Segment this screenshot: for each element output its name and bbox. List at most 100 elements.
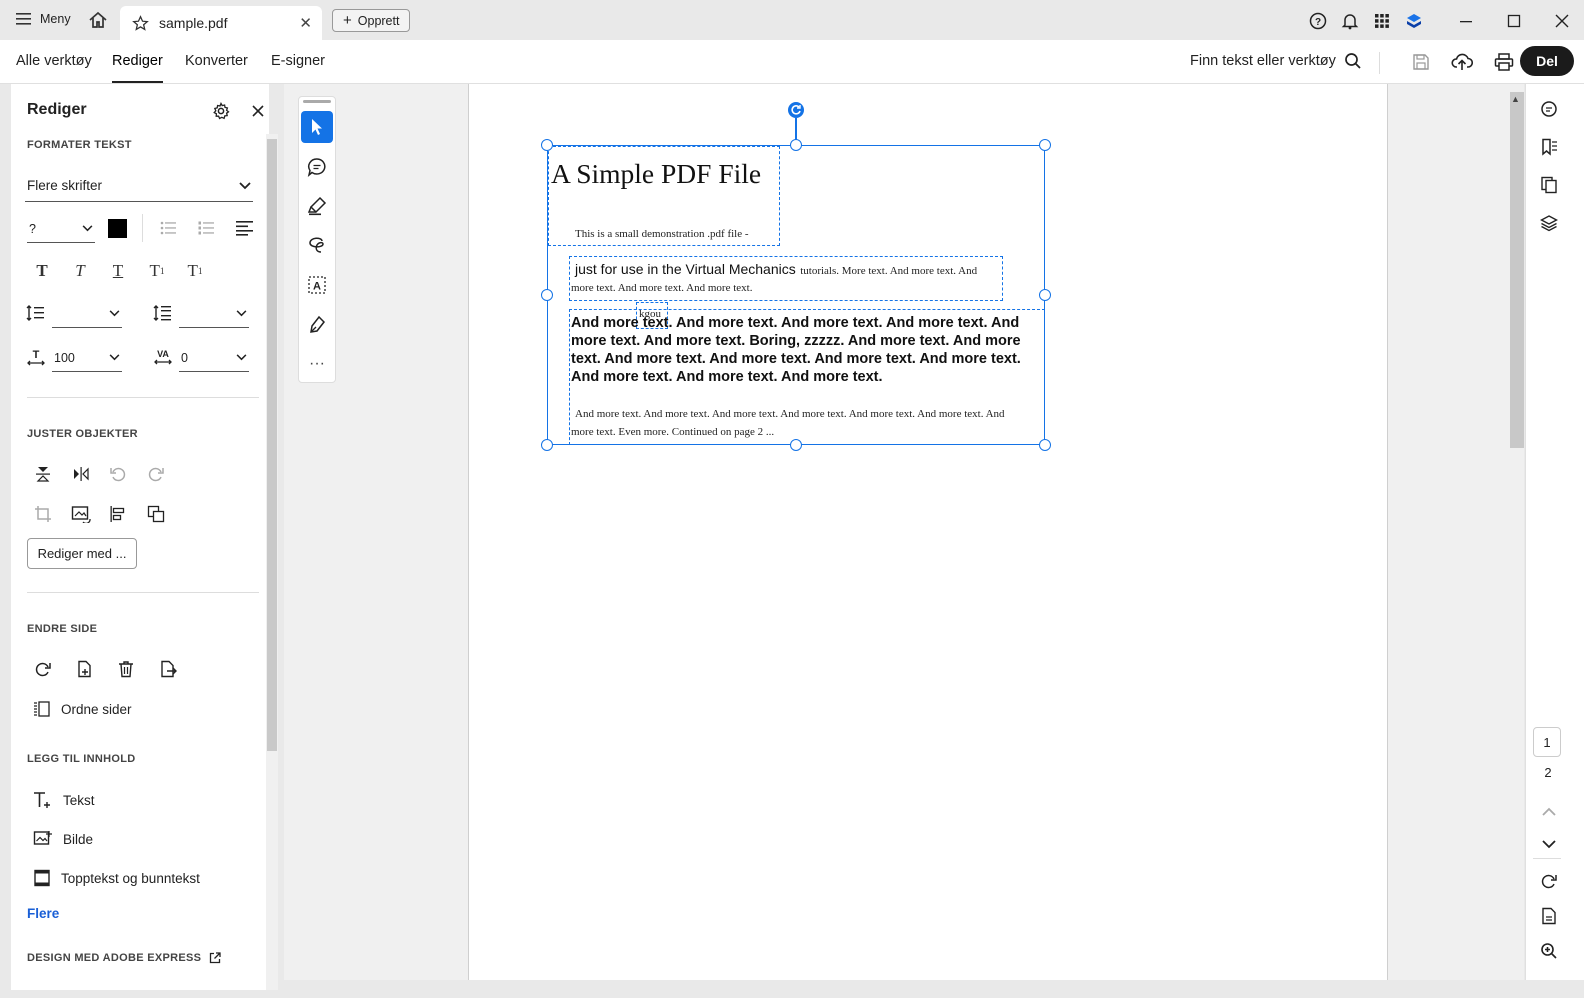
help-icon[interactable]: ? bbox=[1307, 10, 1329, 32]
superscript-icon[interactable]: T1 bbox=[144, 258, 170, 284]
menu-edit[interactable]: Rediger bbox=[112, 53, 163, 69]
panel-scrollbar-thumb[interactable] bbox=[267, 139, 277, 751]
insert-page-icon[interactable] bbox=[72, 656, 98, 682]
align-left-icon[interactable] bbox=[232, 215, 258, 241]
align-objects-icon[interactable] bbox=[105, 501, 131, 527]
document-scrollbar-thumb[interactable] bbox=[1510, 92, 1524, 448]
comment-tool-button[interactable] bbox=[301, 151, 333, 183]
find-tool-search[interactable]: Finn tekst eller verktøy bbox=[1190, 52, 1362, 70]
scroll-up-arrow[interactable]: ▲ bbox=[1511, 94, 1520, 104]
resize-handle-bottom-right[interactable] bbox=[1039, 439, 1051, 451]
arrange-layers-icon[interactable] bbox=[143, 501, 169, 527]
select-tool-button[interactable] bbox=[301, 111, 333, 143]
delete-page-icon[interactable] bbox=[113, 656, 139, 682]
window-close-icon[interactable] bbox=[1551, 10, 1573, 32]
page-2-link[interactable]: 2 bbox=[1538, 765, 1558, 780]
current-page-indicator[interactable]: 1 bbox=[1533, 727, 1561, 757]
rotate-left-icon[interactable] bbox=[105, 461, 131, 487]
save-icon[interactable] bbox=[1409, 50, 1433, 74]
resize-handle-top-right[interactable] bbox=[1039, 139, 1051, 151]
font-family-select[interactable]: Flere skrifter bbox=[25, 170, 253, 202]
print-icon[interactable] bbox=[1492, 50, 1516, 74]
highlighter-icon bbox=[307, 196, 327, 216]
minimize-icon[interactable] bbox=[1455, 10, 1477, 32]
font-size-select[interactable]: ? bbox=[27, 215, 95, 243]
resize-handle-top[interactable] bbox=[790, 139, 802, 151]
edit-with-button[interactable]: Rediger med ... bbox=[27, 538, 137, 569]
layers-icon[interactable] bbox=[1538, 212, 1560, 234]
horizontal-scale-select[interactable]: 100 bbox=[52, 344, 122, 372]
resize-handle-bottom-left[interactable] bbox=[541, 439, 553, 451]
resize-handle-right[interactable] bbox=[1039, 289, 1051, 301]
menu-all-tools[interactable]: Alle verktøy bbox=[16, 53, 92, 69]
subscript-icon[interactable]: T1 bbox=[182, 258, 208, 284]
font-size-value: ? bbox=[29, 221, 36, 236]
rotate-handle-icon[interactable] bbox=[788, 102, 804, 118]
zoom-in-icon[interactable] bbox=[1538, 940, 1560, 962]
resize-handle-bottom[interactable] bbox=[790, 439, 802, 451]
extract-page-icon[interactable] bbox=[155, 656, 181, 682]
menu-esign[interactable]: E-signer bbox=[271, 53, 325, 69]
character-spacing-select[interactable]: 0 bbox=[179, 344, 249, 372]
refresh-icon[interactable] bbox=[1538, 870, 1560, 892]
search-icon bbox=[1344, 53, 1361, 69]
flip-horizontal-icon[interactable] bbox=[68, 461, 94, 487]
add-text-link[interactable]: Tekst bbox=[33, 791, 95, 809]
next-page-chevron-down-icon[interactable] bbox=[1538, 833, 1560, 855]
flip-vertical-icon[interactable] bbox=[30, 461, 56, 487]
menu-convert[interactable]: Konverter bbox=[185, 53, 248, 69]
toolbar-divider bbox=[1379, 52, 1380, 74]
draw-tool-button[interactable] bbox=[301, 229, 333, 261]
rotate-page-icon[interactable] bbox=[30, 656, 56, 682]
header-footer-link[interactable]: Topptekst og bunntekst bbox=[33, 869, 200, 887]
crop-icon[interactable] bbox=[30, 501, 56, 527]
bullet-list-icon[interactable] bbox=[156, 215, 182, 241]
bold-icon[interactable]: T bbox=[29, 258, 55, 284]
bell-icon[interactable] bbox=[1339, 10, 1361, 32]
upload-cloud-icon[interactable] bbox=[1450, 50, 1474, 74]
rail-divider bbox=[1533, 858, 1561, 859]
text-color-swatch[interactable] bbox=[104, 215, 130, 241]
create-button[interactable]: + Opprett bbox=[332, 9, 411, 32]
more-link[interactable]: Flere bbox=[27, 906, 59, 921]
scale-value: 100 bbox=[54, 350, 75, 365]
page-size-icon[interactable] bbox=[1538, 905, 1560, 927]
maximize-icon[interactable] bbox=[1503, 10, 1525, 32]
more-tools-button[interactable]: ··· bbox=[301, 348, 333, 380]
resize-handle-left[interactable] bbox=[541, 289, 553, 301]
add-image-link[interactable]: Bilde bbox=[33, 830, 93, 848]
line-spacing-select[interactable] bbox=[52, 300, 122, 328]
home-button[interactable] bbox=[88, 10, 108, 30]
numbered-list-icon[interactable] bbox=[194, 215, 220, 241]
comments-panel-icon[interactable] bbox=[1538, 98, 1560, 120]
replace-image-icon[interactable] bbox=[68, 501, 94, 527]
bookmark-icon[interactable] bbox=[1538, 136, 1560, 158]
line-spacing-icon bbox=[23, 300, 49, 326]
star-icon[interactable] bbox=[132, 14, 149, 32]
find-label: Finn tekst eller verktøy bbox=[1190, 53, 1336, 69]
apps-grid-icon[interactable] bbox=[1371, 10, 1393, 32]
arrange-pages-link[interactable]: Ordne sider bbox=[33, 700, 132, 718]
document-tab[interactable]: sample.pdf ✕ bbox=[120, 6, 322, 40]
close-panel-icon[interactable] bbox=[245, 98, 271, 124]
selection-box[interactable] bbox=[547, 145, 1045, 445]
freehand-draw-icon bbox=[309, 237, 324, 253]
rotate-right-icon[interactable] bbox=[143, 461, 169, 487]
menu-button[interactable]: Meny bbox=[16, 12, 71, 26]
italic-icon[interactable]: T bbox=[67, 258, 93, 284]
close-tab-icon[interactable]: ✕ bbox=[299, 14, 312, 32]
highlight-tool-button[interactable] bbox=[301, 190, 333, 222]
page-thumbnails-icon[interactable] bbox=[1538, 174, 1560, 196]
underline-icon[interactable]: T bbox=[105, 258, 131, 284]
design-with-express-link[interactable]: DESIGN MED ADOBE EXPRESS bbox=[27, 952, 221, 964]
share-button[interactable]: Del bbox=[1520, 46, 1574, 76]
ai-assistant-icon[interactable] bbox=[1403, 10, 1425, 32]
toolbar-grip[interactable] bbox=[303, 100, 331, 103]
previous-page-chevron-up-icon[interactable] bbox=[1538, 800, 1560, 822]
resize-handle-top-left[interactable] bbox=[541, 139, 553, 151]
sign-tool-button[interactable] bbox=[301, 308, 333, 340]
menu-label: Meny bbox=[40, 12, 71, 26]
paragraph-spacing-select[interactable] bbox=[179, 300, 249, 328]
settings-gear-icon[interactable] bbox=[208, 98, 234, 124]
text-recognition-tool-button[interactable]: A bbox=[301, 269, 333, 301]
